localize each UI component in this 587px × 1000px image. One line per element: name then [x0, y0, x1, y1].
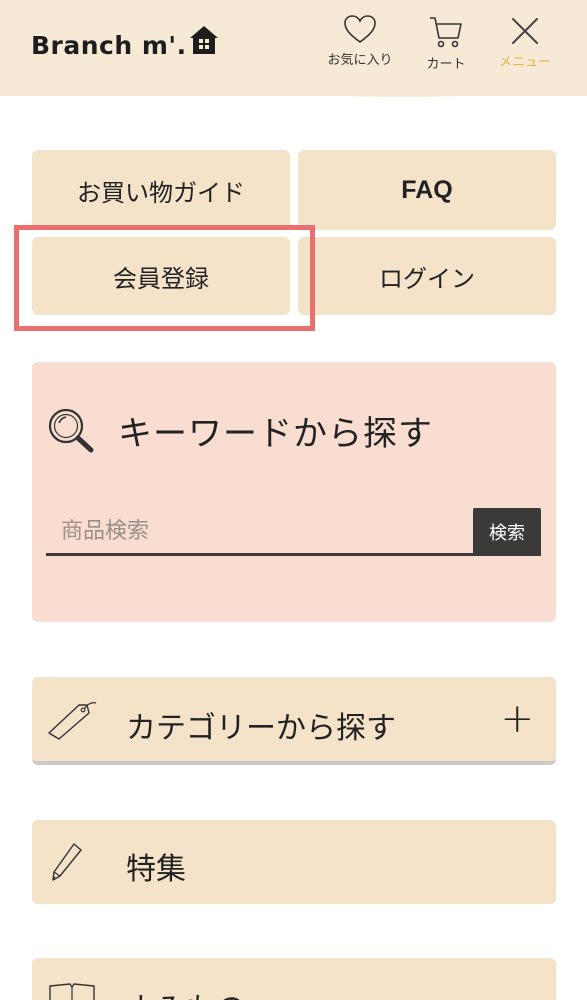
- keyword-search-panel: キーワードから探す 検索: [32, 362, 556, 622]
- product-search-input[interactable]: [46, 508, 472, 554]
- cart-icon: [430, 17, 462, 48]
- feature-label: 特集: [126, 852, 186, 887]
- faq-button[interactable]: FAQ: [298, 150, 556, 230]
- login-button[interactable]: ログイン: [298, 237, 556, 315]
- pencil-icon: [52, 843, 82, 881]
- favorites-label: お気に入り: [327, 53, 393, 68]
- logo-text: Branch m'.: [31, 31, 187, 60]
- shopping-guide-button[interactable]: お買い物ガイド: [32, 150, 290, 230]
- menu-close-button[interactable]: メニュー: [490, 14, 560, 70]
- category-label: カテゴリーから探す: [126, 711, 396, 746]
- cart-label: カート: [426, 57, 466, 72]
- favorites-button[interactable]: お気に入り: [318, 14, 402, 68]
- header-wave-decoration: [0, 80, 587, 97]
- feature-link[interactable]: 特集: [32, 820, 556, 904]
- book-icon: [49, 983, 95, 1000]
- menu-label: メニュー: [498, 55, 551, 70]
- faq-label: FAQ: [401, 175, 453, 204]
- search-submit-button[interactable]: 検索: [473, 508, 541, 555]
- site-header: Branch m'. お気に入り カート メニュー: [0, 0, 587, 97]
- login-label: ログイン: [379, 264, 475, 293]
- search-input-underline: [46, 553, 541, 556]
- heart-icon: [344, 15, 376, 43]
- cart-button[interactable]: カート: [416, 14, 476, 72]
- reading-link[interactable]: よみもの: [32, 958, 556, 1000]
- site-logo[interactable]: Branch m'.: [31, 23, 221, 63]
- highlight-box: [14, 225, 315, 331]
- expand-plus-icon[interactable]: +: [500, 699, 534, 739]
- close-icon: [512, 18, 538, 44]
- tag-icon: [48, 702, 97, 740]
- category-accordion[interactable]: カテゴリーから探す +: [32, 677, 556, 765]
- search-section-title: キーワードから探す: [118, 414, 433, 454]
- house-icon: [189, 26, 218, 54]
- reading-label: よみもの: [126, 984, 246, 1000]
- shopping-guide-label: お買い物ガイド: [77, 178, 245, 207]
- magnifier-icon: [48, 408, 94, 453]
